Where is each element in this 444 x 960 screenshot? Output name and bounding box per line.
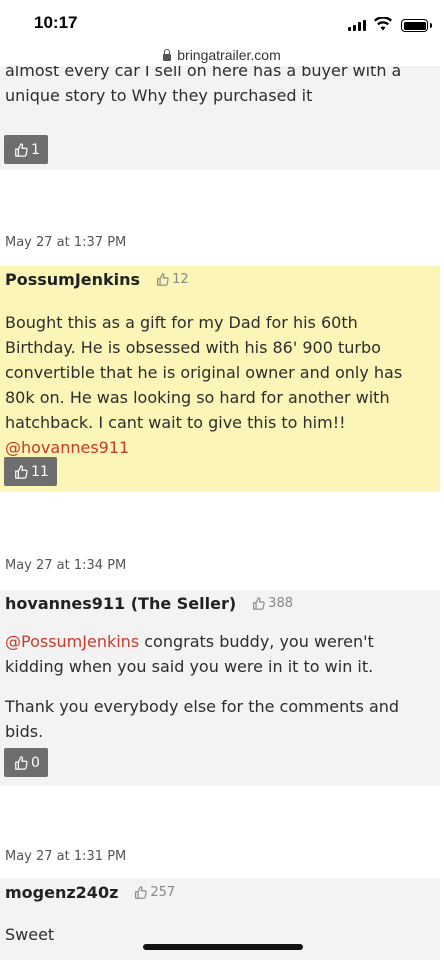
author-like-count: 12	[172, 272, 189, 287]
cellular-signal-icon	[348, 20, 366, 31]
comment-card-highlighted: PossumJenkins 12 Bought this as a gift f…	[0, 266, 440, 492]
comment-timestamp: May 27 at 1:31 PM	[5, 849, 127, 864]
comment-timestamp: May 27 at 1:34 PM	[5, 558, 127, 573]
thumbs-up-icon	[15, 142, 28, 157]
author-like-count: 388	[268, 596, 293, 611]
comment-feed: almost every car I sell on here has a bu…	[0, 0, 444, 960]
like-count: 0	[31, 754, 40, 771]
thumbs-up-icon	[135, 886, 148, 899]
thumbs-up-icon	[15, 755, 28, 770]
author-likes: 257	[134, 885, 175, 900]
thumbs-up-icon	[15, 464, 28, 479]
mention-link[interactable]: @PossumJenkins	[5, 632, 139, 651]
status-bar: 10:17	[0, 0, 444, 44]
comment-text-body: Bought this as a gift for my Dad for his…	[5, 313, 403, 432]
mention-link[interactable]: @hovannes911	[5, 438, 129, 457]
comment-header: mogenz240z 257	[5, 883, 175, 902]
lock-icon	[163, 48, 172, 61]
like-button[interactable]: 1	[4, 135, 48, 164]
thumbs-up-icon	[253, 597, 265, 610]
comment-text-second: Thank you everybody else for the comment…	[5, 697, 400, 741]
url-text: bringatrailer.com	[177, 47, 281, 63]
home-indicator[interactable]	[143, 944, 303, 950]
comment-author[interactable]: hovannes911 (The Seller)	[5, 594, 236, 613]
wifi-icon	[374, 17, 392, 31]
comment-card: hovannes911 (The Seller) 388 @PossumJenk…	[0, 590, 440, 786]
comment-text: @PossumJenkins congrats buddy, you weren…	[5, 629, 430, 679]
like-count: 1	[31, 141, 40, 158]
like-button[interactable]: 0	[4, 748, 48, 777]
author-likes: 388	[252, 596, 293, 611]
comment-header: hovannes911 (The Seller) 388	[5, 594, 293, 613]
author-like-count: 257	[150, 885, 176, 900]
status-time: 10:17	[34, 13, 78, 32]
like-count: 11	[31, 463, 49, 480]
author-likes: 12	[156, 272, 189, 287]
battery-icon	[401, 19, 432, 32]
address-bar[interactable]: bringatrailer.com	[0, 44, 444, 66]
comment-timestamp: May 27 at 1:37 PM	[5, 235, 127, 250]
comment-header: PossumJenkins 12	[5, 270, 189, 289]
thumbs-up-icon	[157, 273, 169, 286]
like-button[interactable]: 11	[4, 457, 57, 486]
comment-author[interactable]: mogenz240z	[5, 883, 118, 902]
comment-author[interactable]: PossumJenkins	[5, 270, 140, 289]
comment-text: Bought this as a gift for my Dad for his…	[5, 310, 430, 460]
